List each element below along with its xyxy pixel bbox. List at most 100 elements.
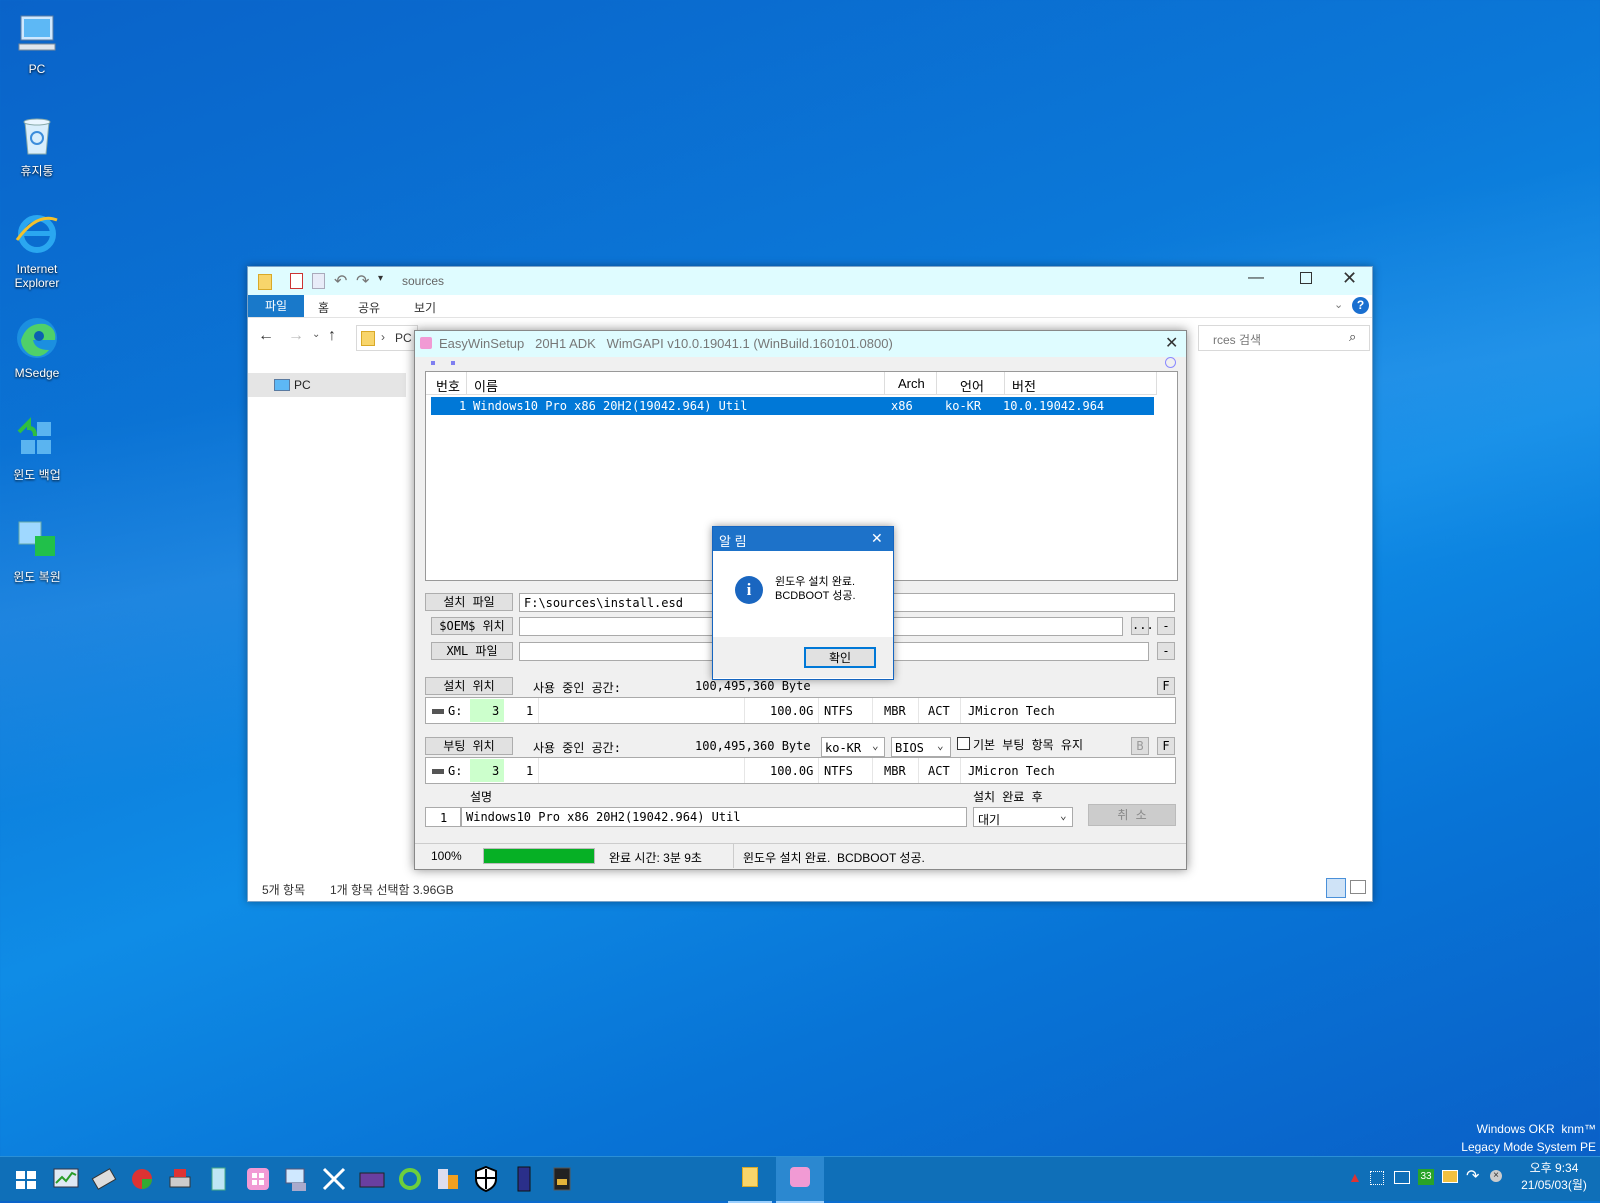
oem-location-button[interactable]: $OEM$ 위치 [431, 617, 513, 635]
easywinsetup-taskbar-icon[interactable] [244, 1165, 272, 1193]
customize-toolbar-icon[interactable]: ▾ [378, 273, 383, 284]
install-file-button[interactable]: 설치 파일 [425, 593, 513, 611]
tray-badge[interactable]: 33 [1418, 1169, 1434, 1185]
desktop-icon-msedge[interactable]: MSedge [0, 314, 77, 380]
nav-item-pc[interactable]: PC [248, 373, 406, 397]
install-location-button[interactable]: 설치 위치 [425, 677, 513, 695]
notepad-icon[interactable] [204, 1165, 232, 1193]
sync-icon[interactable] [396, 1165, 424, 1193]
navigation-pane: PC [248, 373, 406, 397]
tools-icon[interactable] [320, 1165, 348, 1193]
taskbar-explorer-button[interactable] [728, 1157, 772, 1203]
search-box[interactable]: rces 검색 ⌕ [1198, 325, 1370, 351]
boot-location-button[interactable]: 부팅 위치 [425, 737, 513, 755]
tray-network-icon[interactable] [1394, 1171, 1410, 1184]
desktop-icon-backup[interactable]: 윈도 백업 [0, 414, 77, 483]
description-number-field: 1 [425, 807, 461, 827]
large-icons-view-icon[interactable] [1350, 880, 1366, 894]
close-button[interactable]: ✕ [1342, 268, 1357, 289]
properties-icon[interactable] [290, 273, 303, 289]
chevron-down-icon[interactable]: ⌄ [1334, 298, 1343, 311]
clock[interactable]: 오후 9:34 21/05/03(월) [1512, 1160, 1596, 1194]
back-arrow-icon[interactable]: ← [258, 327, 274, 345]
boot-format-button[interactable]: F [1157, 737, 1175, 755]
breadcrumb[interactable]: PC [395, 331, 412, 345]
explorer-titlebar[interactable]: ↶ ↷ ▾ sources — ✕ [248, 267, 1372, 295]
tab-share[interactable]: 공유 [358, 299, 380, 316]
oem-browse-button[interactable]: ... [1131, 617, 1154, 635]
xml-file-button[interactable]: XML 파일 [431, 642, 513, 660]
col-header-lang[interactable]: 언어 [960, 376, 984, 395]
file-transfer-icon[interactable] [434, 1165, 462, 1193]
phone-tool-icon[interactable] [510, 1165, 538, 1193]
row-arch: x86 [891, 399, 913, 413]
shield-icon[interactable] [472, 1165, 500, 1193]
status-message: 윈도우 설치 완료. BCDBOOT 성공. [743, 851, 925, 865]
up-arrow-icon[interactable]: ↑ [328, 327, 336, 345]
ok-button[interactable]: 확인 [804, 647, 876, 668]
tray-close-icon[interactable]: × [1490, 1170, 1502, 1182]
after-install-select[interactable]: 대기 ⌄ [973, 807, 1073, 827]
disk-tool-icon[interactable] [90, 1165, 118, 1193]
partition-tool-icon[interactable] [128, 1165, 156, 1193]
tab-file[interactable]: 파일 [248, 295, 304, 317]
tab-view[interactable]: 보기 [414, 299, 436, 316]
desktop-icon-pc[interactable]: PC [0, 10, 77, 76]
keep-boot-checkbox[interactable] [957, 737, 970, 750]
install-disk-row[interactable]: G: 3 1 100.0G NTFS MBR ACT JMicron Tech [425, 697, 1176, 724]
undo-icon[interactable]: ↶ [334, 271, 347, 291]
col-header-name[interactable]: 이름 [474, 376, 498, 395]
description-field[interactable]: Windows10 Pro x86 20H2(19042.964) Util [461, 807, 967, 827]
boot-b-button[interactable]: B [1131, 737, 1149, 755]
maximize-button[interactable] [1300, 272, 1312, 284]
boot-language-select[interactable]: ko-KR ⌄ [821, 737, 885, 757]
recent-dropdown-icon[interactable]: ⌄ [312, 329, 320, 340]
col-header-arch[interactable]: Arch [898, 376, 925, 391]
search-input[interactable]: rces 검색 [1213, 331, 1261, 348]
new-folder-icon[interactable] [312, 273, 325, 289]
dialog-titlebar[interactable]: 알 림 ✕ [713, 527, 893, 551]
desktop-icon-internet-explorer[interactable]: Internet Explorer [0, 210, 77, 290]
tab-home[interactable]: 홈 [318, 299, 329, 316]
media-icon[interactable] [358, 1165, 386, 1193]
ews-titlebar[interactable]: EasyWinSetup 20H1 ADK WimGAPI v10.0.1904… [415, 331, 1186, 357]
desktop-icon-restore[interactable]: 윈도 복원 [0, 516, 77, 585]
details-view-icon[interactable] [1326, 878, 1346, 898]
close-button[interactable]: ✕ [871, 530, 883, 547]
redo-icon[interactable]: ↷ [356, 271, 369, 291]
search-icon[interactable]: ⌕ [1349, 329, 1356, 345]
cancel-button[interactable]: 취 소 [1088, 804, 1176, 826]
partition-size: 100.0G [770, 764, 814, 778]
xml-clear-button[interactable]: - [1157, 642, 1175, 660]
tray-grid-icon[interactable] [1370, 1171, 1384, 1185]
imaging-tool-icon[interactable] [166, 1165, 194, 1193]
help-icon[interactable]: ? [1352, 297, 1369, 314]
boot-disk-row[interactable]: G: 3 1 100.0G NTFS MBR ACT JMicron Tech [425, 757, 1176, 784]
close-button[interactable]: ✕ [1165, 333, 1178, 353]
taskbar-easywinsetup-button[interactable] [776, 1157, 824, 1203]
task-manager-icon[interactable] [52, 1165, 80, 1193]
internet-explorer-icon [13, 210, 61, 258]
tray-share-icon[interactable]: ↷ [1466, 1166, 1479, 1186]
network-setup-icon[interactable] [282, 1165, 310, 1193]
sd-card-icon[interactable] [548, 1165, 576, 1193]
computer-icon [274, 379, 290, 391]
install-format-button[interactable]: F [1157, 677, 1175, 695]
table-row[interactable]: 1 Windows10 Pro x86 20H2(19042.964) Util… [431, 397, 1154, 415]
info-icon[interactable] [1165, 357, 1176, 368]
col-header-number[interactable]: 번호 [436, 376, 460, 395]
forward-arrow-icon[interactable]: → [288, 327, 304, 345]
start-icon[interactable] [12, 1165, 40, 1193]
address-bar[interactable]: › PC [356, 325, 418, 351]
toolbar-dot-icon[interactable] [451, 361, 455, 365]
ews-statusbar: 100% 완료 시간: 3분 9초 윈도우 설치 완료. BCDBOOT 성공. [415, 843, 1186, 868]
tray-up-arrow-icon[interactable]: ▲ [1348, 1169, 1362, 1185]
oem-clear-button[interactable]: - [1157, 617, 1175, 635]
toolbar-dot-icon[interactable] [431, 361, 435, 365]
desktop-icon-recycle-bin[interactable]: 휴지통 [0, 110, 77, 179]
tray-monitor-icon[interactable] [1442, 1170, 1458, 1183]
col-header-version[interactable]: 버전 [1012, 376, 1036, 395]
desktop-icon-label: PC [28, 62, 46, 76]
minimize-button[interactable]: — [1248, 269, 1264, 287]
boot-mode-select[interactable]: BIOS ⌄ [891, 737, 951, 757]
